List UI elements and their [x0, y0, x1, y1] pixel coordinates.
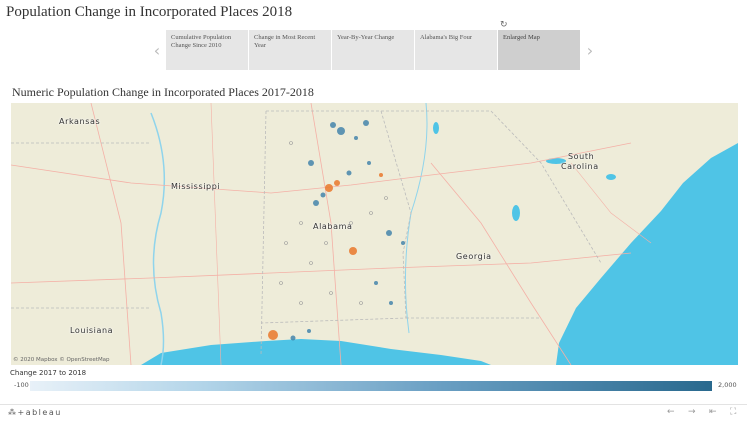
place-marker	[346, 170, 352, 176]
story-navigator: ‹ Cumulative Population Change Since 201…	[148, 30, 599, 70]
legend-min: -100	[14, 381, 29, 389]
place-marker	[374, 281, 378, 285]
map-attribution[interactable]: © 2020 Mapbox © OpenStreetMap	[13, 357, 110, 363]
tab-year-by-year[interactable]: Year-By-Year Change	[332, 30, 414, 70]
place-marker	[299, 301, 303, 305]
place-marker	[299, 221, 303, 225]
redo-icon[interactable]: →	[688, 407, 696, 417]
place-marker	[309, 261, 313, 265]
place-marker	[369, 211, 373, 215]
road	[11, 252, 632, 284]
river	[404, 103, 428, 334]
place-marker	[386, 230, 392, 236]
road	[210, 103, 222, 365]
state-label-louisiana: Louisiana	[70, 326, 114, 335]
state-label-carolina: Carolina	[561, 162, 599, 171]
fullscreen-icon[interactable]: ⛶	[730, 407, 736, 417]
undo-icon[interactable]: ←	[667, 407, 675, 417]
population-map[interactable]: Arkansas Mississippi Alabama Georgia Sou…	[11, 103, 738, 365]
place-marker	[289, 141, 293, 145]
state-label-south: South	[568, 152, 595, 161]
lake	[606, 174, 616, 180]
place-marker	[329, 291, 333, 295]
legend-color-ramp	[30, 381, 712, 391]
map-title: Numeric Population Change in Incorporate…	[12, 85, 314, 99]
page-title: Population Change in Incorporated Places…	[6, 4, 293, 20]
place-marker	[307, 329, 311, 333]
legend-title: Change 2017 to 2018	[10, 369, 87, 377]
chevron-right-icon[interactable]: ›	[581, 30, 599, 70]
tab-most-recent-year[interactable]: Change in Most Recent Year	[249, 30, 331, 70]
place-marker	[330, 122, 336, 128]
state-label-georgia: Georgia	[456, 252, 492, 261]
place-marker	[367, 161, 371, 165]
legend-max: 2,000	[718, 381, 737, 389]
state-label-mississippi: Mississippi	[171, 182, 221, 191]
road	[11, 142, 632, 194]
revert-icon[interactable]: ⇤	[709, 407, 717, 417]
map-canvas	[11, 103, 738, 365]
river	[150, 112, 166, 365]
state-border	[260, 110, 267, 356]
tableau-logo-icon[interactable]: ⁂+ableau	[8, 408, 62, 417]
place-marker	[284, 241, 288, 245]
atlantic-ocean	[556, 143, 738, 365]
road	[310, 103, 342, 365]
tab-big-four[interactable]: Alabama's Big Four	[415, 30, 497, 70]
place-marker	[379, 173, 383, 177]
place-marker	[334, 180, 340, 186]
place-marker	[308, 160, 314, 166]
place-marker	[290, 335, 296, 341]
place-marker	[320, 192, 326, 198]
state-label-arkansas: Arkansas	[59, 117, 101, 126]
gulf-of-mexico	[141, 339, 491, 365]
chevron-left-icon[interactable]: ‹	[148, 30, 166, 70]
place-marker	[354, 136, 358, 140]
lake	[512, 205, 520, 221]
tableau-toolbar: ⁂+ableau ← → ⇤ ⛶	[0, 404, 747, 421]
place-marker	[313, 200, 319, 206]
place-marker	[359, 301, 363, 305]
place-marker	[279, 281, 283, 285]
place-marker	[401, 241, 405, 245]
place-marker	[363, 120, 369, 126]
place-marker	[324, 241, 328, 245]
place-marker	[337, 127, 345, 135]
state-border	[381, 110, 602, 264]
tab-enlarged-map[interactable]: Enlarged Map	[498, 30, 580, 70]
place-marker	[349, 247, 357, 255]
refresh-icon[interactable]: ↻	[500, 20, 508, 30]
place-marker	[325, 184, 333, 192]
lake	[433, 122, 439, 134]
place-marker	[384, 196, 388, 200]
place-marker	[389, 301, 393, 305]
brand-text: +ableau	[17, 408, 62, 417]
state-label-alabama: Alabama	[313, 222, 353, 231]
place-marker	[268, 330, 278, 340]
tab-cumulative-change[interactable]: Cumulative Population Change Since 2010	[166, 30, 248, 70]
